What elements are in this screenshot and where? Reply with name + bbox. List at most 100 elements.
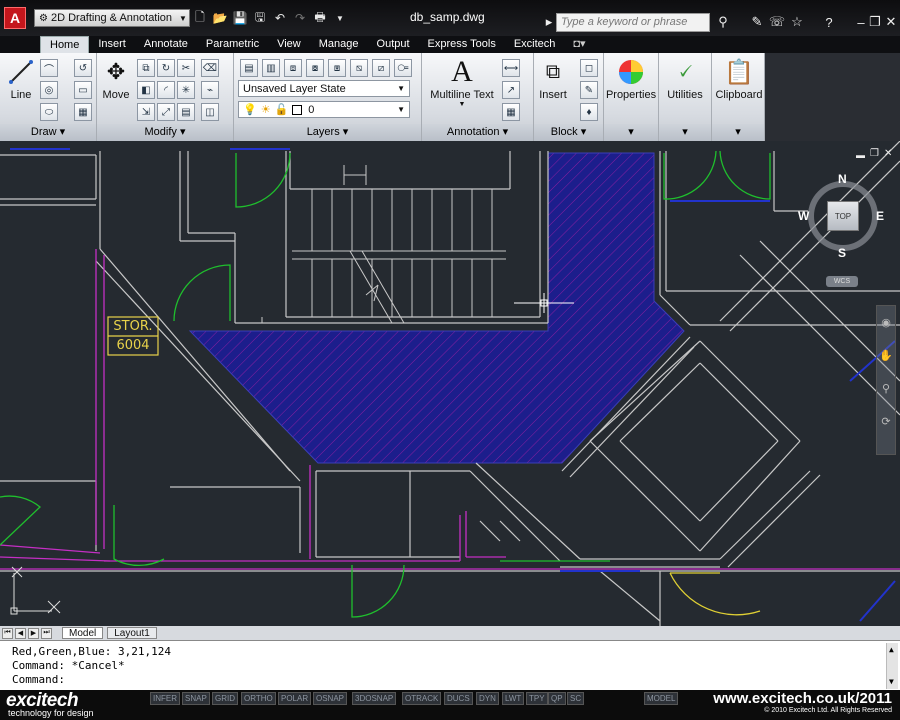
layer-previous-icon[interactable]: ⧇ <box>306 59 324 77</box>
tab-manage[interactable]: Manage <box>310 36 368 53</box>
close-icon[interactable]: ✕ <box>882 13 900 31</box>
tab-model[interactable]: Model <box>62 627 104 639</box>
help-icon[interactable]: ? <box>820 13 838 31</box>
ortho-toggle[interactable]: ORTHO <box>241 692 276 705</box>
offset-icon[interactable]: ◫ <box>201 103 219 121</box>
explode-icon[interactable]: ✳ <box>177 81 195 99</box>
create-block-icon[interactable]: ◻ <box>580 59 598 77</box>
workspace-switcher[interactable]: ⚙ 2D Drafting & Annotation ▼ <box>34 9 190 27</box>
application-menu-button[interactable]: A <box>0 0 30 36</box>
panel-block-title[interactable]: Block ▾ <box>534 124 603 141</box>
multiline-text-button[interactable]: A Multiline Text ▼ <box>430 55 494 108</box>
drawing-canvas[interactable]: STOR. 6004 ▬ ❐ ✕ ◉ ✋ ⚲ ⟳ <box>0 141 900 626</box>
viewcube[interactable]: TOP N S W E WCS <box>796 172 892 287</box>
layer-isolate-icon[interactable]: ⧆ <box>328 59 346 77</box>
layer-dropdown[interactable]: 💡 ☀ 🔓 0 ▼ <box>238 101 410 118</box>
zoom-icon[interactable]: ⚲ <box>877 382 895 395</box>
scale-icon[interactable]: ⤢ <box>157 103 175 121</box>
compass-south[interactable]: S <box>838 246 846 260</box>
dyn-toggle[interactable]: DYN <box>476 692 499 705</box>
room-tag-name[interactable]: STOR. <box>110 319 156 334</box>
viewcube-top-face[interactable]: TOP <box>827 201 859 231</box>
prev-layout-icon[interactable]: ◀ <box>15 627 26 639</box>
panel-modify-title[interactable]: Modify ▾ <box>97 124 233 141</box>
binoculars-icon[interactable]: ⚲ <box>714 13 732 31</box>
layer-state-icon[interactable]: ▥ <box>262 59 280 77</box>
layer-state-dropdown[interactable]: Unsaved Layer State ▼ <box>238 80 410 97</box>
layer-off-icon[interactable]: ⧅ <box>350 59 368 77</box>
table-icon[interactable]: ▦ <box>502 103 520 121</box>
tpy-toggle[interactable]: TPY <box>526 692 548 705</box>
orbit-icon[interactable]: ⟳ <box>877 415 895 428</box>
panel-layers-title[interactable]: Layers ▾ <box>234 124 421 141</box>
tab-view[interactable]: View <box>268 36 310 53</box>
fillet-icon[interactable]: ◜ <box>157 81 175 99</box>
grid-toggle[interactable]: GRID <box>212 692 238 705</box>
polyline-icon[interactable]: ⌒ <box>40 59 58 77</box>
steering-wheel-icon[interactable]: ◉ <box>877 316 895 329</box>
panel-utilities-expand[interactable]: ▾ <box>659 124 711 141</box>
navigation-bar[interactable]: ◉ ✋ ⚲ ⟳ <box>876 305 896 455</box>
clipboard-button[interactable]: 📋 Clipboard <box>714 57 764 102</box>
tab-express-tools[interactable]: Express Tools <box>419 36 505 53</box>
lwt-toggle[interactable]: LWT <box>502 692 525 705</box>
otrack-toggle[interactable]: OTRACK <box>402 692 442 705</box>
undo-draw-icon[interactable]: ↺ <box>74 59 92 77</box>
tab-excitech[interactable]: Excitech <box>505 36 565 53</box>
rectangle-icon[interactable]: ▭ <box>74 81 92 99</box>
break-icon[interactable]: ⌁ <box>201 81 219 99</box>
layer-lock-icon[interactable]: ⧃ <box>394 59 412 77</box>
tab-home[interactable]: Home <box>40 36 90 53</box>
first-layout-icon[interactable]: ⏮ <box>2 627 13 639</box>
osnap-toggle[interactable]: OSNAP <box>313 692 348 705</box>
viewport-minimize-icon[interactable]: ▬ <box>856 150 865 160</box>
favorites-star-icon[interactable]: ☆ <box>788 13 806 31</box>
edit-block-icon[interactable]: ✎ <box>580 81 598 99</box>
ducs-toggle[interactable]: DUCS <box>444 692 473 705</box>
snap-toggle[interactable]: SNAP <box>182 692 210 705</box>
plot-icon[interactable]: 🖶 <box>310 9 330 27</box>
new-icon[interactable]: 🗋 <box>190 9 210 27</box>
qp-toggle[interactable]: QP <box>548 692 566 705</box>
panel-draw-title[interactable]: Draw ▾ <box>0 124 96 141</box>
compass-east[interactable]: E <box>876 209 884 223</box>
panel-annotation-title[interactable]: Annotation ▾ <box>422 124 533 141</box>
tab-layout1[interactable]: Layout1 <box>107 627 157 639</box>
layer-freeze-icon[interactable]: ⧄ <box>372 59 390 77</box>
command-prompt[interactable]: Command: <box>12 673 888 687</box>
move-button[interactable]: ✥ Move <box>101 57 131 101</box>
next-layout-icon[interactable]: ▶ <box>28 627 39 639</box>
trim-icon[interactable]: ✂ <box>177 59 195 77</box>
ellipse-icon[interactable]: ⬭ <box>40 103 58 121</box>
save-icon[interactable]: 💾 <box>230 9 250 27</box>
tools-icon[interactable]: ✎ <box>748 13 766 31</box>
line-button[interactable]: Line <box>6 57 36 101</box>
stretch-icon[interactable]: ⇲ <box>137 103 155 121</box>
rotate-icon[interactable]: ↻ <box>157 59 175 77</box>
sc-toggle[interactable]: SC <box>567 692 585 705</box>
tab-insert[interactable]: Insert <box>89 36 135 53</box>
tab-parametric[interactable]: Parametric <box>197 36 268 53</box>
circle-icon[interactable]: ◎ <box>40 81 58 99</box>
viewport-restore-icon[interactable]: ❐ <box>870 148 879 159</box>
open-icon[interactable]: 📂 <box>210 9 230 27</box>
infer-toggle[interactable]: INFER <box>150 692 180 705</box>
room-tag-number[interactable]: 6004 <box>110 338 156 353</box>
qat-dropdown-icon[interactable]: ▼ <box>330 9 350 27</box>
save-as-icon[interactable]: 🖫 <box>250 9 270 27</box>
3dosnap-toggle[interactable]: 3DOSNAP <box>352 692 397 705</box>
wcs-menu[interactable]: WCS <box>826 276 858 287</box>
hatch-icon[interactable]: ▦ <box>74 103 92 121</box>
ribbon-minimize-icon[interactable]: ◘▾ <box>564 36 594 53</box>
leader-icon[interactable]: ↗ <box>502 81 520 99</box>
pan-icon[interactable]: ✋ <box>877 349 895 362</box>
undo-icon[interactable]: ↶ <box>270 9 290 27</box>
viewport-close-icon[interactable]: ✕ <box>884 148 892 159</box>
polar-toggle[interactable]: POLAR <box>278 692 312 705</box>
utilities-button[interactable]: 🗸 Utilities <box>661 57 709 101</box>
array-icon[interactable]: ▤ <box>177 103 195 121</box>
insert-block-button[interactable]: ⧉ Insert <box>538 57 568 102</box>
tab-output[interactable]: Output <box>368 36 419 53</box>
compass-west[interactable]: W <box>798 209 809 223</box>
model-space-toggle[interactable]: MODEL <box>644 692 679 705</box>
